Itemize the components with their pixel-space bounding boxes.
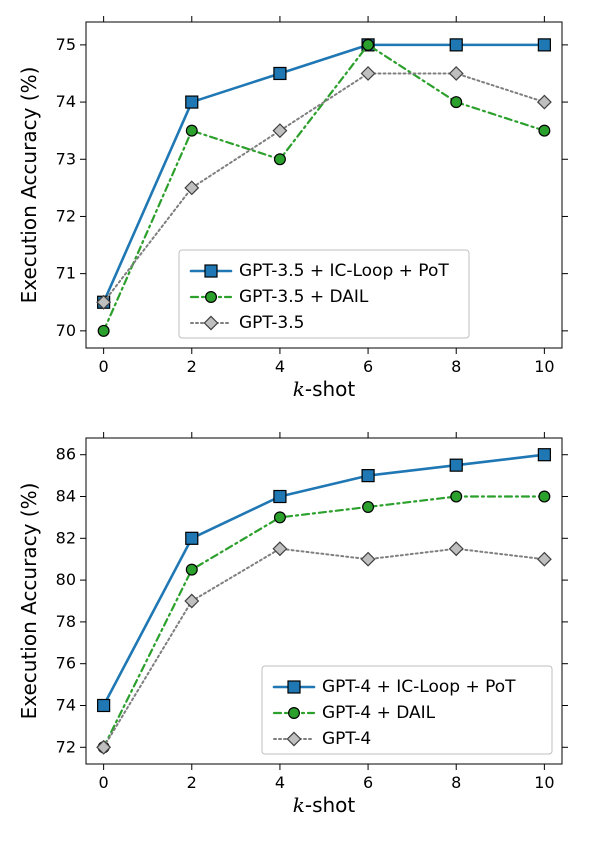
legend-label: GPT-3.5	[239, 313, 304, 333]
y-tick-label: 84	[56, 487, 76, 506]
x-tick-label: 4	[275, 773, 285, 792]
y-tick-label: 74	[56, 695, 76, 714]
y-tick-label: 71	[56, 264, 76, 283]
chart-svg: 72 74 76 78 80 82 84 86 0 2 4 6 8 10 Execution Accurac…	[14, 424, 578, 824]
y-tick-label: 74	[56, 92, 76, 111]
legend-label: GPT-3.5 + IC-Loop + PoT	[239, 261, 449, 281]
y-tick-label: 78	[56, 612, 76, 631]
x-tick-label: 0	[99, 357, 109, 376]
y-axis-label: Execution Accuracy (%)	[17, 67, 41, 304]
y-tick-label: 70	[56, 321, 76, 340]
y-tick-label: 72	[56, 206, 76, 225]
y-axis-label: Execution Accuracy (%)	[17, 483, 41, 720]
y-tick-label: 86	[56, 445, 76, 464]
page: 70 71 72 73 74 75 0 2 4 6 8 10 Execution Accuracy (%…	[0, 0, 592, 842]
y-tick-label: 73	[56, 149, 76, 168]
chart-top: 70 71 72 73 74 75 0 2 4 6 8 10 Execution Accuracy (%…	[14, 8, 578, 408]
x-axis-label: k-shot	[293, 377, 356, 401]
x-tick-label: 2	[187, 773, 197, 792]
legend-label: GPT-4	[322, 729, 371, 749]
chart-svg: 70 71 72 73 74 75 0 2 4 6 8 10 Execution Accuracy (%…	[14, 8, 578, 408]
x-tick-label: 10	[534, 773, 554, 792]
x-tick-label: 4	[275, 357, 285, 376]
y-tick-label: 75	[56, 35, 76, 54]
x-tick-label: 10	[534, 357, 554, 376]
legend-label: GPT-3.5 + DAIL	[239, 287, 369, 307]
y-tick-label: 72	[56, 737, 76, 756]
y-tick-label: 80	[56, 570, 76, 589]
x-tick-label: 0	[99, 773, 109, 792]
x-axis-label: k-shot	[293, 793, 356, 817]
y-tick-label: 82	[56, 528, 76, 547]
x-tick-label: 2	[187, 357, 197, 376]
x-tick-label: 8	[451, 357, 461, 376]
y-tick-label: 76	[56, 654, 76, 673]
legend-label: GPT-4 + IC-Loop + PoT	[322, 677, 516, 697]
x-tick-label: 8	[451, 773, 461, 792]
legend-label: GPT-4 + DAIL	[322, 703, 436, 723]
x-tick-label: 6	[363, 357, 373, 376]
legend: GPT-4 + IC-Loop + PoT GPT-4 + DAIL GPT-4	[262, 666, 552, 754]
chart-bottom: 72 74 76 78 80 82 84 86 0 2 4 6 8 10 Execution Accurac…	[14, 424, 578, 824]
x-tick-label: 6	[363, 773, 373, 792]
legend: GPT-3.5 + IC-Loop + PoT GPT-3.5 + DAIL GPT…	[179, 250, 469, 338]
